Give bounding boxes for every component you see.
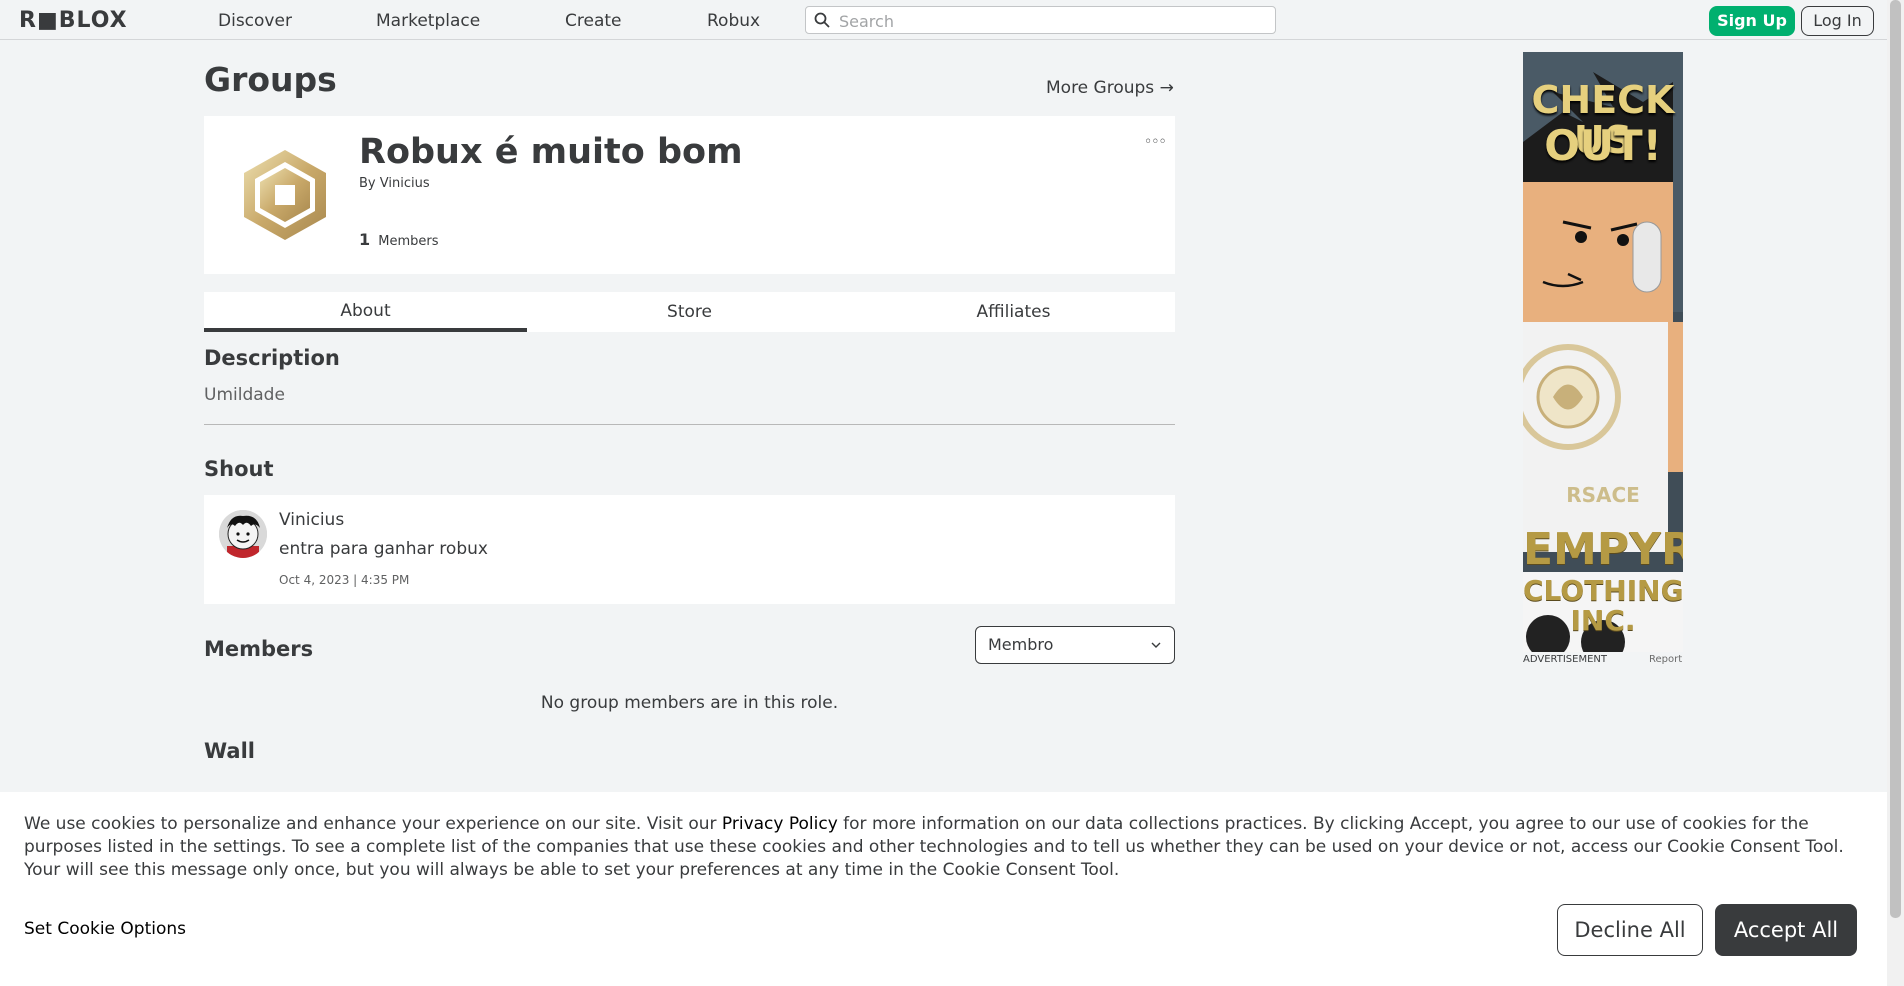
- shout-timestamp: Oct 4, 2023 | 4:35 PM: [279, 573, 410, 587]
- tab-affiliates[interactable]: Affiliates: [852, 292, 1175, 332]
- group-emblem-icon: [244, 150, 326, 240]
- member-count: 1 Members: [359, 230, 439, 249]
- group-header-card: Robux é muito bom By Vinicius 1 Members …: [204, 116, 1175, 274]
- members-heading: Members: [204, 637, 314, 661]
- cookie-text-before: We use cookies to personalize and enhanc…: [24, 814, 722, 834]
- ad-report-link[interactable]: Report: [1649, 654, 1682, 665]
- member-count-label: Members: [378, 234, 439, 249]
- group-owner-line: By Vinicius: [359, 176, 430, 191]
- member-count-number: 1: [359, 230, 371, 249]
- scrollbar-thumb[interactable]: [1890, 0, 1901, 918]
- nav-marketplace[interactable]: Marketplace: [376, 11, 480, 31]
- shout-heading: Shout: [204, 457, 274, 481]
- more-groups-link[interactable]: More Groups →: [1046, 78, 1174, 98]
- shout-message: entra para ganhar robux: [279, 539, 488, 559]
- group-owner-link[interactable]: Vinicius: [380, 176, 430, 191]
- ad-brand-line-2: CLOTHING INC.: [1523, 574, 1683, 637]
- decline-all-button[interactable]: Decline All: [1557, 904, 1703, 956]
- ad-shirt-text: RSACE: [1566, 483, 1640, 507]
- sign-up-button[interactable]: Sign Up: [1709, 6, 1795, 36]
- search-input[interactable]: Search: [805, 6, 1276, 34]
- shout-card: Vinicius entra para ganhar robux Oct 4, …: [204, 495, 1175, 604]
- description-text: Umildade: [204, 385, 285, 405]
- avatar-headshot-icon: [219, 510, 267, 558]
- ad-headline-line-2: OUT!: [1544, 121, 1662, 170]
- more-options-icon[interactable]: ◦◦◦: [1144, 134, 1167, 150]
- top-nav-bar: R■BLOX Discover Marketplace Create Robux…: [0, 0, 1887, 40]
- ad-brand-line-1: EMPYRE: [1523, 524, 1683, 575]
- search-placeholder: Search: [839, 12, 894, 31]
- section-divider: [204, 424, 1175, 425]
- wall-heading: Wall: [204, 739, 255, 763]
- group-name: Robux é muito bom: [359, 132, 743, 172]
- role-dropdown[interactable]: Membro: [975, 626, 1175, 664]
- roblox-logo[interactable]: R■BLOX: [19, 8, 128, 33]
- page-scrollbar[interactable]: [1887, 0, 1904, 986]
- nav-discover[interactable]: Discover: [218, 11, 292, 31]
- group-tabs: About Store Affiliates: [204, 292, 1175, 332]
- search-icon: [814, 12, 830, 28]
- shout-username-link[interactable]: Vinicius: [279, 510, 344, 530]
- nav-create[interactable]: Create: [565, 11, 622, 31]
- nav-robux[interactable]: Robux: [707, 11, 760, 31]
- set-cookie-options-link[interactable]: Set Cookie Options: [24, 919, 186, 939]
- description-heading: Description: [204, 346, 340, 370]
- tab-store[interactable]: Store: [528, 292, 851, 332]
- log-in-button[interactable]: Log In: [1801, 6, 1874, 36]
- avatar[interactable]: [219, 510, 267, 558]
- accept-all-button[interactable]: Accept All: [1715, 904, 1857, 956]
- page-title: Groups: [204, 60, 337, 99]
- cookie-message: We use cookies to personalize and enhanc…: [24, 813, 1864, 882]
- privacy-policy-link[interactable]: Privacy Policy: [722, 814, 838, 834]
- advertisement-banner[interactable]: CHECK US OUT! RSACE EMPYRE CLOTHING INC.: [1523, 52, 1683, 652]
- ad-label: ADVERTISEMENT: [1523, 654, 1608, 665]
- role-dropdown-value: Membro: [988, 635, 1054, 654]
- empty-members-message: No group members are in this role.: [540, 693, 839, 713]
- cookie-consent-banner: We use cookies to personalize and enhanc…: [0, 792, 1887, 986]
- tab-about[interactable]: About: [204, 292, 527, 332]
- chevron-down-icon: [1151, 642, 1161, 648]
- by-prefix: By: [359, 176, 376, 191]
